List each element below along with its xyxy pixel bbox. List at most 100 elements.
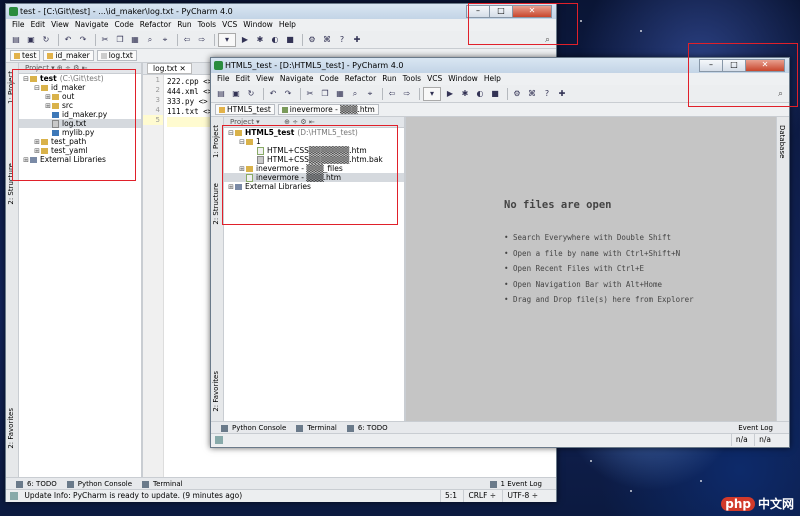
right-tool-strip: Database — [776, 117, 789, 421]
back-icon[interactable]: ⇦ — [386, 88, 398, 100]
caret-position[interactable]: 5:1 — [440, 490, 461, 502]
stop-icon[interactable]: ■ — [489, 88, 501, 100]
terminal-tool-button[interactable]: Terminal — [142, 480, 183, 488]
forward-icon[interactable]: ⇨ — [401, 88, 413, 100]
menu-file[interactable]: File — [9, 19, 28, 31]
caret-position[interactable]: n/a — [730, 434, 752, 446]
redo-icon[interactable]: ↷ — [282, 88, 294, 100]
forward-icon[interactable]: ⇨ — [196, 34, 208, 46]
help-icon[interactable]: ? — [541, 88, 553, 100]
project-tool-button[interactable]: 1: Project — [212, 125, 220, 158]
status-message[interactable]: Update Info: PyCharm is ready to update.… — [24, 491, 242, 500]
paste-icon[interactable]: ▦ — [129, 34, 141, 46]
copy-icon[interactable]: ❐ — [114, 34, 126, 46]
stop-icon[interactable]: ■ — [284, 34, 296, 46]
no-files-title: No files are open — [504, 199, 612, 211]
cut-icon[interactable]: ✂ — [99, 34, 111, 46]
menu-view[interactable]: View — [253, 73, 277, 85]
settings-icon[interactable]: ⚙ — [306, 34, 318, 46]
structure-icon[interactable]: ⌘ — [321, 34, 333, 46]
menu-edit[interactable]: Edit — [28, 19, 49, 31]
editor-tab-log-txt[interactable]: log.txt ✕ — [147, 63, 192, 74]
file-encoding[interactable]: n/a — [754, 434, 775, 446]
terminal-tool-button[interactable]: Terminal — [296, 424, 337, 432]
menu-help[interactable]: Help — [276, 19, 299, 31]
cut-icon[interactable]: ✂ — [304, 88, 316, 100]
breadcrumb-item[interactable]: test — [10, 50, 41, 61]
replace-icon[interactable]: ⌖ — [364, 88, 376, 100]
coverage-icon[interactable]: ◐ — [269, 34, 281, 46]
breadcrumb-item[interactable]: HTML5_test — [215, 104, 275, 115]
todo-tool-button[interactable]: 6: TODO — [16, 480, 57, 488]
menu-navigate[interactable]: Navigate — [72, 19, 112, 31]
help-icon[interactable]: ? — [336, 34, 348, 46]
database-tool-button[interactable]: Database — [778, 125, 786, 158]
menu-window[interactable]: Window — [240, 19, 276, 31]
menu-refactor[interactable]: Refactor — [342, 73, 379, 85]
run-icon[interactable]: ▶ — [239, 34, 251, 46]
undo-icon[interactable]: ↶ — [267, 88, 279, 100]
pycharm-app-icon — [9, 7, 18, 16]
menu-navigate[interactable]: Navigate — [277, 73, 317, 85]
menu-code[interactable]: Code — [112, 19, 137, 31]
menu-view[interactable]: View — [48, 19, 72, 31]
structure-tool-button[interactable]: 2: Structure — [212, 183, 220, 225]
replace-icon[interactable]: ⌖ — [159, 34, 171, 46]
file-encoding[interactable]: UTF-8 ÷ — [502, 490, 542, 502]
menu-vcs[interactable]: VCS — [219, 19, 240, 31]
breadcrumb-item[interactable]: log.txt — [96, 50, 137, 61]
menu-window[interactable]: Window — [445, 73, 481, 85]
menu-help[interactable]: Help — [481, 73, 504, 85]
menu-run[interactable]: Run — [174, 19, 194, 31]
open-icon[interactable]: ▤ — [10, 34, 22, 46]
event-log-tool-button[interactable]: Event Log — [738, 424, 773, 432]
sync-icon[interactable]: ↻ — [245, 88, 257, 100]
sync-icon[interactable]: ↻ — [40, 34, 52, 46]
run-config-dropdown[interactable]: ▾ — [423, 86, 441, 101]
menu-file[interactable]: File — [214, 73, 233, 85]
breadcrumb-item[interactable]: id_maker — [43, 50, 94, 61]
favorites-tool-button[interactable]: 2: Favorites — [7, 408, 15, 449]
python-console-tool-button[interactable]: Python Console — [66, 480, 132, 488]
back-icon[interactable]: ⇦ — [181, 34, 193, 46]
plugin-icon[interactable]: ✚ — [556, 88, 568, 100]
plugin-icon[interactable]: ✚ — [351, 34, 363, 46]
breadcrumb-item[interactable]: inevermore - ▒▒▒.htm — [277, 104, 379, 115]
find-icon[interactable]: ⌕ — [349, 88, 361, 100]
debug-icon[interactable]: ✱ — [459, 88, 471, 100]
status-toggle-icon[interactable] — [10, 492, 18, 500]
menu-refactor[interactable]: Refactor — [137, 19, 174, 31]
debug-icon[interactable]: ✱ — [254, 34, 266, 46]
structure-icon[interactable]: ⌘ — [526, 88, 538, 100]
menu-vcs[interactable]: VCS — [424, 73, 445, 85]
line-separator[interactable]: CRLF ÷ — [463, 490, 500, 502]
python-console-tool-button[interactable]: Python Console — [221, 424, 286, 432]
star — [590, 460, 592, 462]
menu-edit[interactable]: Edit — [233, 73, 254, 85]
undo-icon[interactable]: ↶ — [62, 34, 74, 46]
pycharm-window-html5-test[interactable]: HTML5_test - [D:\HTML5_test] - PyCharm 4… — [210, 57, 790, 448]
status-toggle-icon[interactable] — [215, 436, 223, 444]
menu-tools[interactable]: Tools — [195, 19, 219, 31]
menu-tools[interactable]: Tools — [400, 73, 424, 85]
event-log-tool-button[interactable]: 1 Event Log — [489, 480, 542, 488]
hint-drag-drop: • Drag and Drop file(s) here from Explor… — [504, 295, 694, 304]
menu-code[interactable]: Code — [317, 73, 342, 85]
open-icon[interactable]: ▤ — [215, 88, 227, 100]
run-icon[interactable]: ▶ — [444, 88, 456, 100]
hint-navigation-bar: • Open Navigation Bar with Alt+Home — [504, 280, 663, 289]
coverage-icon[interactable]: ◐ — [474, 88, 486, 100]
redo-icon[interactable]: ↷ — [77, 34, 89, 46]
toolbar-divider — [382, 87, 383, 100]
copy-icon[interactable]: ❐ — [319, 88, 331, 100]
save-icon[interactable]: ▣ — [25, 34, 37, 46]
menu-run[interactable]: Run — [379, 73, 399, 85]
paste-icon[interactable]: ▦ — [334, 88, 346, 100]
favorites-tool-button[interactable]: 2: Favorites — [212, 371, 220, 412]
save-icon[interactable]: ▣ — [230, 88, 242, 100]
todo-tool-button[interactable]: 6: TODO — [346, 424, 388, 432]
settings-icon[interactable]: ⚙ — [511, 88, 523, 100]
run-config-dropdown[interactable]: ▾ — [218, 32, 236, 47]
find-icon[interactable]: ⌕ — [144, 34, 156, 46]
tool-label: 1 Event Log — [500, 480, 542, 488]
